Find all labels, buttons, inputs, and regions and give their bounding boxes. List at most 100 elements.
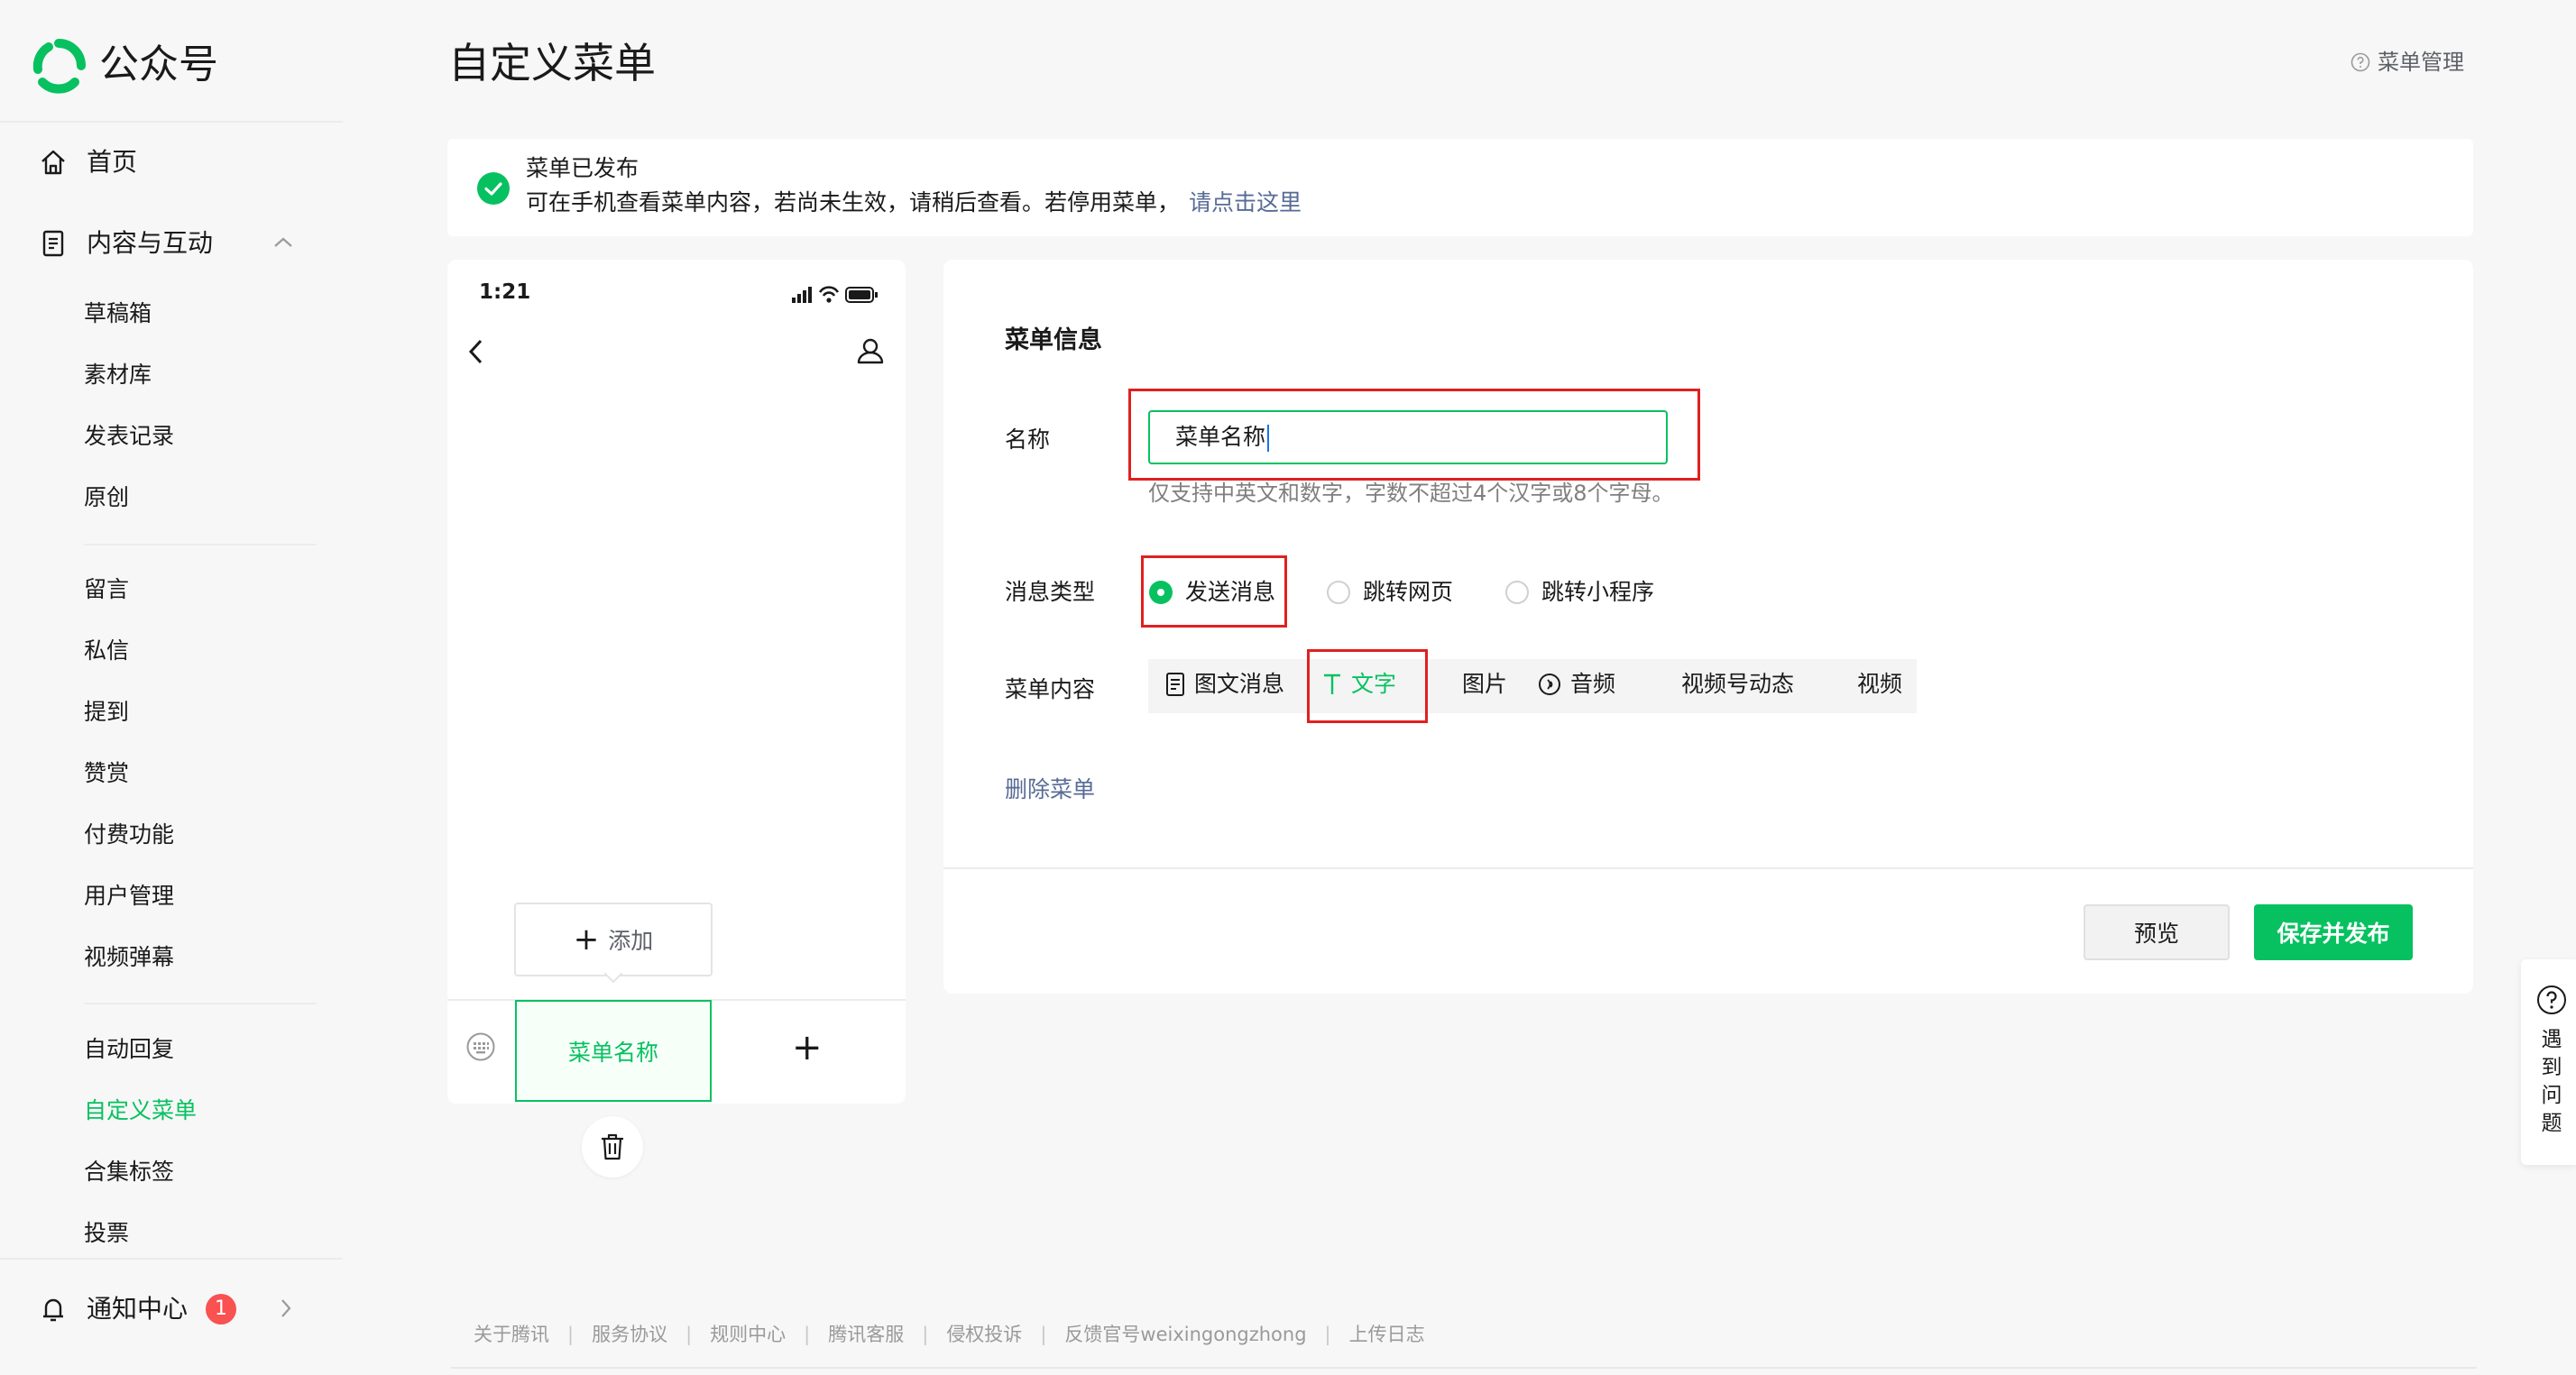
footer-link-infringement[interactable]: 侵权投诉 — [946, 1321, 1022, 1348]
footer-links: 关于腾讯 | 服务协议 | 规则中心 | 腾讯客服 | 侵权投诉 | 反馈官号w… — [474, 1321, 1425, 1348]
text-cursor — [1267, 425, 1270, 452]
sidebar-separator — [84, 544, 317, 545]
sidebar-item-label: 通知中心 — [87, 1294, 189, 1324]
document-icon — [42, 230, 64, 257]
wechat-official-logo-icon — [32, 39, 86, 94]
radio-open-webpage[interactable]: 跳转网页 — [1327, 576, 1453, 609]
radio-open-miniprogram[interactable]: 跳转小程序 — [1505, 576, 1654, 609]
preview-button[interactable]: 预览 — [2084, 904, 2230, 960]
footer-link-feedback[interactable]: 反馈官号weixingongzhong — [1064, 1321, 1306, 1348]
tab-label: 文字 — [1351, 671, 1397, 697]
footer-separator: | — [685, 1324, 693, 1345]
footer-link-terms[interactable]: 服务协议 — [592, 1321, 667, 1348]
footer-separator: | — [1324, 1324, 1331, 1345]
menu-content-label: 菜单内容 — [1005, 676, 1096, 702]
user-profile-icon[interactable] — [855, 335, 886, 366]
message-type-label: 消息类型 — [1005, 579, 1096, 605]
save-publish-button[interactable]: 保存并发布 — [2254, 904, 2413, 960]
sidebar-item-users[interactable]: 用户管理 — [84, 880, 174, 912]
menu-management-label: 菜单管理 — [2378, 50, 2464, 75]
tab-label: 视频号动态 — [1681, 671, 1795, 697]
add-submenu-label: 添加 — [608, 928, 654, 954]
popover-arrow — [604, 973, 622, 984]
sidebar-divider — [0, 1258, 343, 1260]
tab-label: 音频 — [1570, 671, 1616, 697]
sidebar-item-vote[interactable]: 投票 — [84, 1217, 129, 1250]
bell-icon — [43, 1298, 63, 1322]
delete-menu-link[interactable]: 删除菜单 — [1005, 774, 1095, 806]
sidebar-item-home[interactable]: 首页 — [38, 144, 137, 180]
sidebar-item-auto-reply[interactable]: 自动回复 — [84, 1033, 174, 1066]
name-label: 名称 — [1005, 426, 1051, 453]
tab-video[interactable]: 视频 — [1857, 668, 1902, 701]
sidebar-item-danmaku[interactable]: 视频弹幕 — [84, 941, 174, 974]
notice-title: 菜单已发布 — [526, 155, 639, 181]
plus-icon: + — [573, 921, 600, 958]
tab-channels-post[interactable]: 视频号动态 — [1681, 668, 1794, 701]
footer-divider — [451, 1367, 2477, 1369]
tab-audio[interactable]: 音频 — [1538, 668, 1615, 701]
home-icon — [41, 150, 65, 175]
sidebar-item-mentions[interactable]: 提到 — [84, 696, 129, 729]
brand-name: 公众号 — [99, 41, 218, 87]
sidebar-item-custom-menu[interactable]: 自定义菜单 — [84, 1095, 197, 1127]
sidebar-group-label: 内容与互动 — [87, 228, 214, 258]
notice-text: 可在手机查看菜单内容，若尚未生效，请稍后查看。若停用菜单， — [526, 189, 1181, 215]
sidebar-item-comments[interactable]: 留言 — [84, 573, 129, 606]
footer-link-support[interactable]: 腾讯客服 — [828, 1321, 904, 1348]
sidebar-item-paid[interactable]: 付费功能 — [84, 819, 174, 851]
sidebar-group-content[interactable]: 内容与互动 — [38, 225, 213, 261]
delete-menu-button[interactable] — [582, 1116, 643, 1178]
menu-management-link[interactable]: 菜单管理 — [2351, 47, 2464, 78]
tab-text[interactable]: 文字 — [1322, 668, 1396, 701]
radio-unchecked-icon — [1505, 581, 1529, 604]
help-label: 遇到问题 — [2541, 1028, 2562, 1135]
footer-link-about[interactable]: 关于腾讯 — [474, 1321, 549, 1348]
radio-label: 跳转小程序 — [1541, 579, 1655, 605]
phone-status-time: 1:21 — [479, 280, 531, 304]
sidebar-item-label: 首页 — [87, 147, 138, 177]
radio-label: 发送消息 — [1185, 579, 1276, 605]
footer-separator: | — [1040, 1324, 1047, 1345]
chevron-up-icon[interactable] — [272, 234, 294, 251]
sidebar-item-collections[interactable]: 合集标签 — [84, 1156, 174, 1188]
sidebar-item-drafts[interactable]: 草稿箱 — [84, 298, 152, 330]
sidebar-item-notifications[interactable]: 通知中心 1 — [38, 1291, 237, 1327]
notification-count-badge: 1 — [206, 1294, 237, 1325]
sidebar-item-library[interactable]: 素材库 — [84, 359, 152, 391]
sidebar-item-original[interactable]: 原创 — [84, 481, 129, 514]
help-circle-icon — [2351, 52, 2370, 72]
success-check-icon — [477, 172, 510, 205]
phone-menu-item-selected[interactable]: 菜单名称 — [515, 1000, 712, 1102]
chevron-right-icon[interactable] — [278, 1297, 294, 1320]
add-menu-button[interactable]: + — [792, 1030, 823, 1066]
radio-checked-icon — [1149, 581, 1173, 604]
add-submenu-button[interactable]: + 添加 — [514, 903, 713, 976]
sidebar-separator — [84, 1003, 317, 1004]
text-t-icon — [1324, 674, 1340, 694]
keyboard-toggle-icon[interactable] — [465, 1031, 496, 1062]
footer-link-upload-log[interactable]: 上传日志 — [1349, 1321, 1425, 1348]
disable-menu-link[interactable]: 请点击这里 — [1189, 189, 1302, 215]
tab-label: 图片 — [1462, 671, 1508, 697]
menu-name-value: 菜单名称 — [1175, 424, 1266, 450]
tab-article-message[interactable]: 图文消息 — [1165, 668, 1284, 701]
tab-image[interactable]: 图片 — [1462, 668, 1507, 701]
back-arrow-icon[interactable] — [465, 335, 485, 368]
sidebar-item-messages[interactable]: 私信 — [84, 635, 129, 667]
sidebar-item-publish-records[interactable]: 发表记录 — [84, 420, 174, 453]
footer-link-rules[interactable]: 规则中心 — [710, 1321, 786, 1348]
radio-send-message[interactable]: 发送消息 — [1149, 576, 1275, 609]
article-icon — [1166, 673, 1184, 696]
phone-preview — [447, 260, 906, 1104]
phone-status-icons — [792, 286, 878, 303]
panel-footer-divider — [943, 867, 2473, 869]
sidebar-divider — [0, 121, 343, 123]
footer-separator: | — [567, 1324, 575, 1345]
menu-name-input[interactable]: 菜单名称 — [1148, 410, 1668, 464]
footer-separator: | — [922, 1324, 929, 1345]
sidebar-item-tips[interactable]: 赞赏 — [84, 757, 129, 790]
notice-description: 可在手机查看菜单内容，若尚未生效，请稍后查看。若停用菜单， 请点击这里 — [526, 187, 1302, 219]
audio-icon — [1539, 674, 1560, 695]
radio-unchecked-icon — [1327, 581, 1350, 604]
